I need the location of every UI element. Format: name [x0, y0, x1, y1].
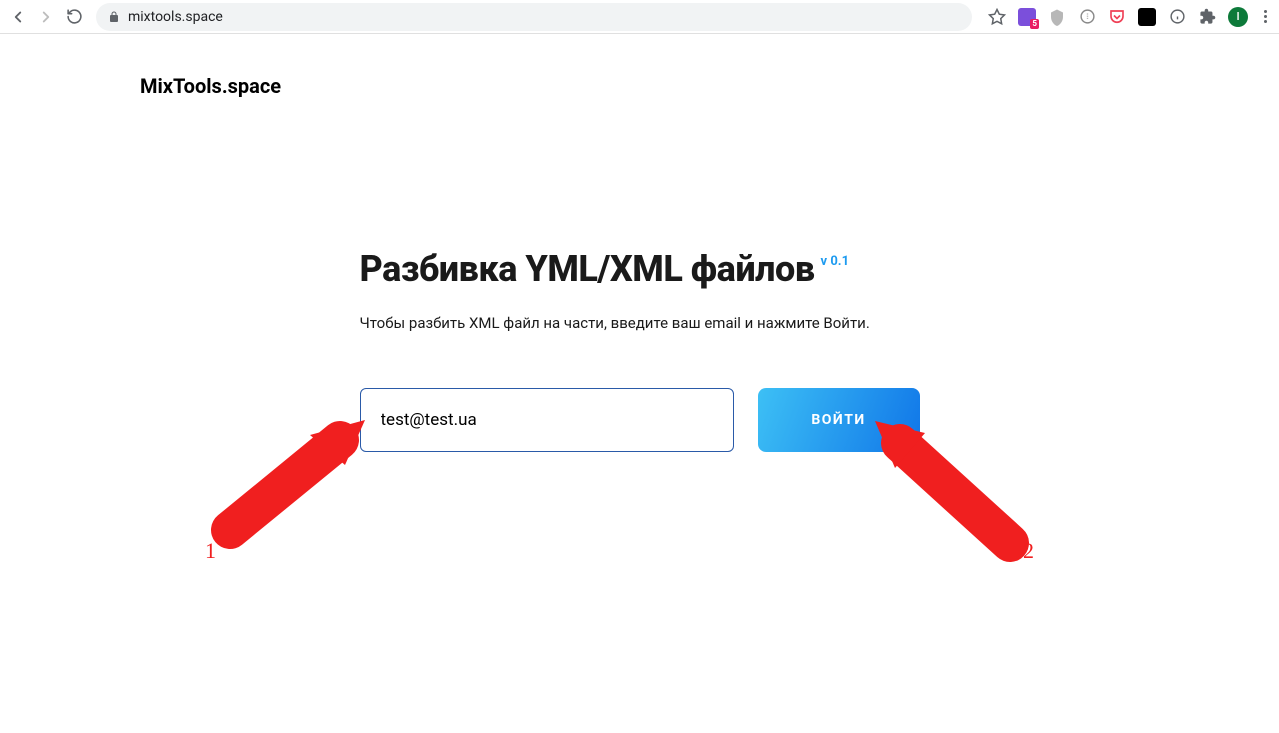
profile-avatar[interactable]: I [1228, 7, 1248, 27]
lock-icon [108, 11, 120, 23]
annotation-label-2: 2 [1023, 538, 1034, 564]
email-input[interactable] [360, 388, 734, 452]
forward-button[interactable] [36, 7, 56, 27]
url-text: mixtools.space [128, 9, 223, 25]
subtitle: Чтобы разбить XML файл на части, введите… [360, 314, 920, 332]
version-badge: v 0.1 [821, 254, 850, 269]
shield-icon[interactable] [1048, 8, 1066, 26]
page-body: MixTools.space Разбивка YML/XML файлов v… [0, 34, 1279, 492]
main-content: Разбивка YML/XML файлов v 0.1 Чтобы разб… [360, 248, 920, 452]
login-button[interactable]: ВОЙТИ [758, 388, 920, 452]
browser-actions: 5 I [980, 6, 1271, 27]
star-icon[interactable] [988, 8, 1006, 26]
extension-purple-icon[interactable]: 5 [1018, 8, 1036, 26]
extension-black-icon[interactable] [1138, 8, 1156, 26]
site-logo[interactable]: MixTools.space [80, 74, 1199, 98]
back-button[interactable] [8, 7, 28, 27]
pocket-icon[interactable] [1108, 8, 1126, 26]
page-title: Разбивка YML/XML файлов [360, 248, 815, 290]
info-icon[interactable] [1168, 8, 1186, 26]
address-bar[interactable]: mixtools.space [96, 3, 972, 31]
browser-toolbar: mixtools.space 5 I [0, 0, 1279, 34]
login-form: ВОЙТИ [360, 388, 920, 452]
extensions-puzzle-icon[interactable] [1198, 8, 1216, 26]
annotation-label-1: 1 [205, 538, 216, 564]
reload-button[interactable] [64, 7, 84, 27]
circle-icon[interactable] [1078, 8, 1096, 26]
menu-dots-icon[interactable] [1260, 6, 1271, 27]
